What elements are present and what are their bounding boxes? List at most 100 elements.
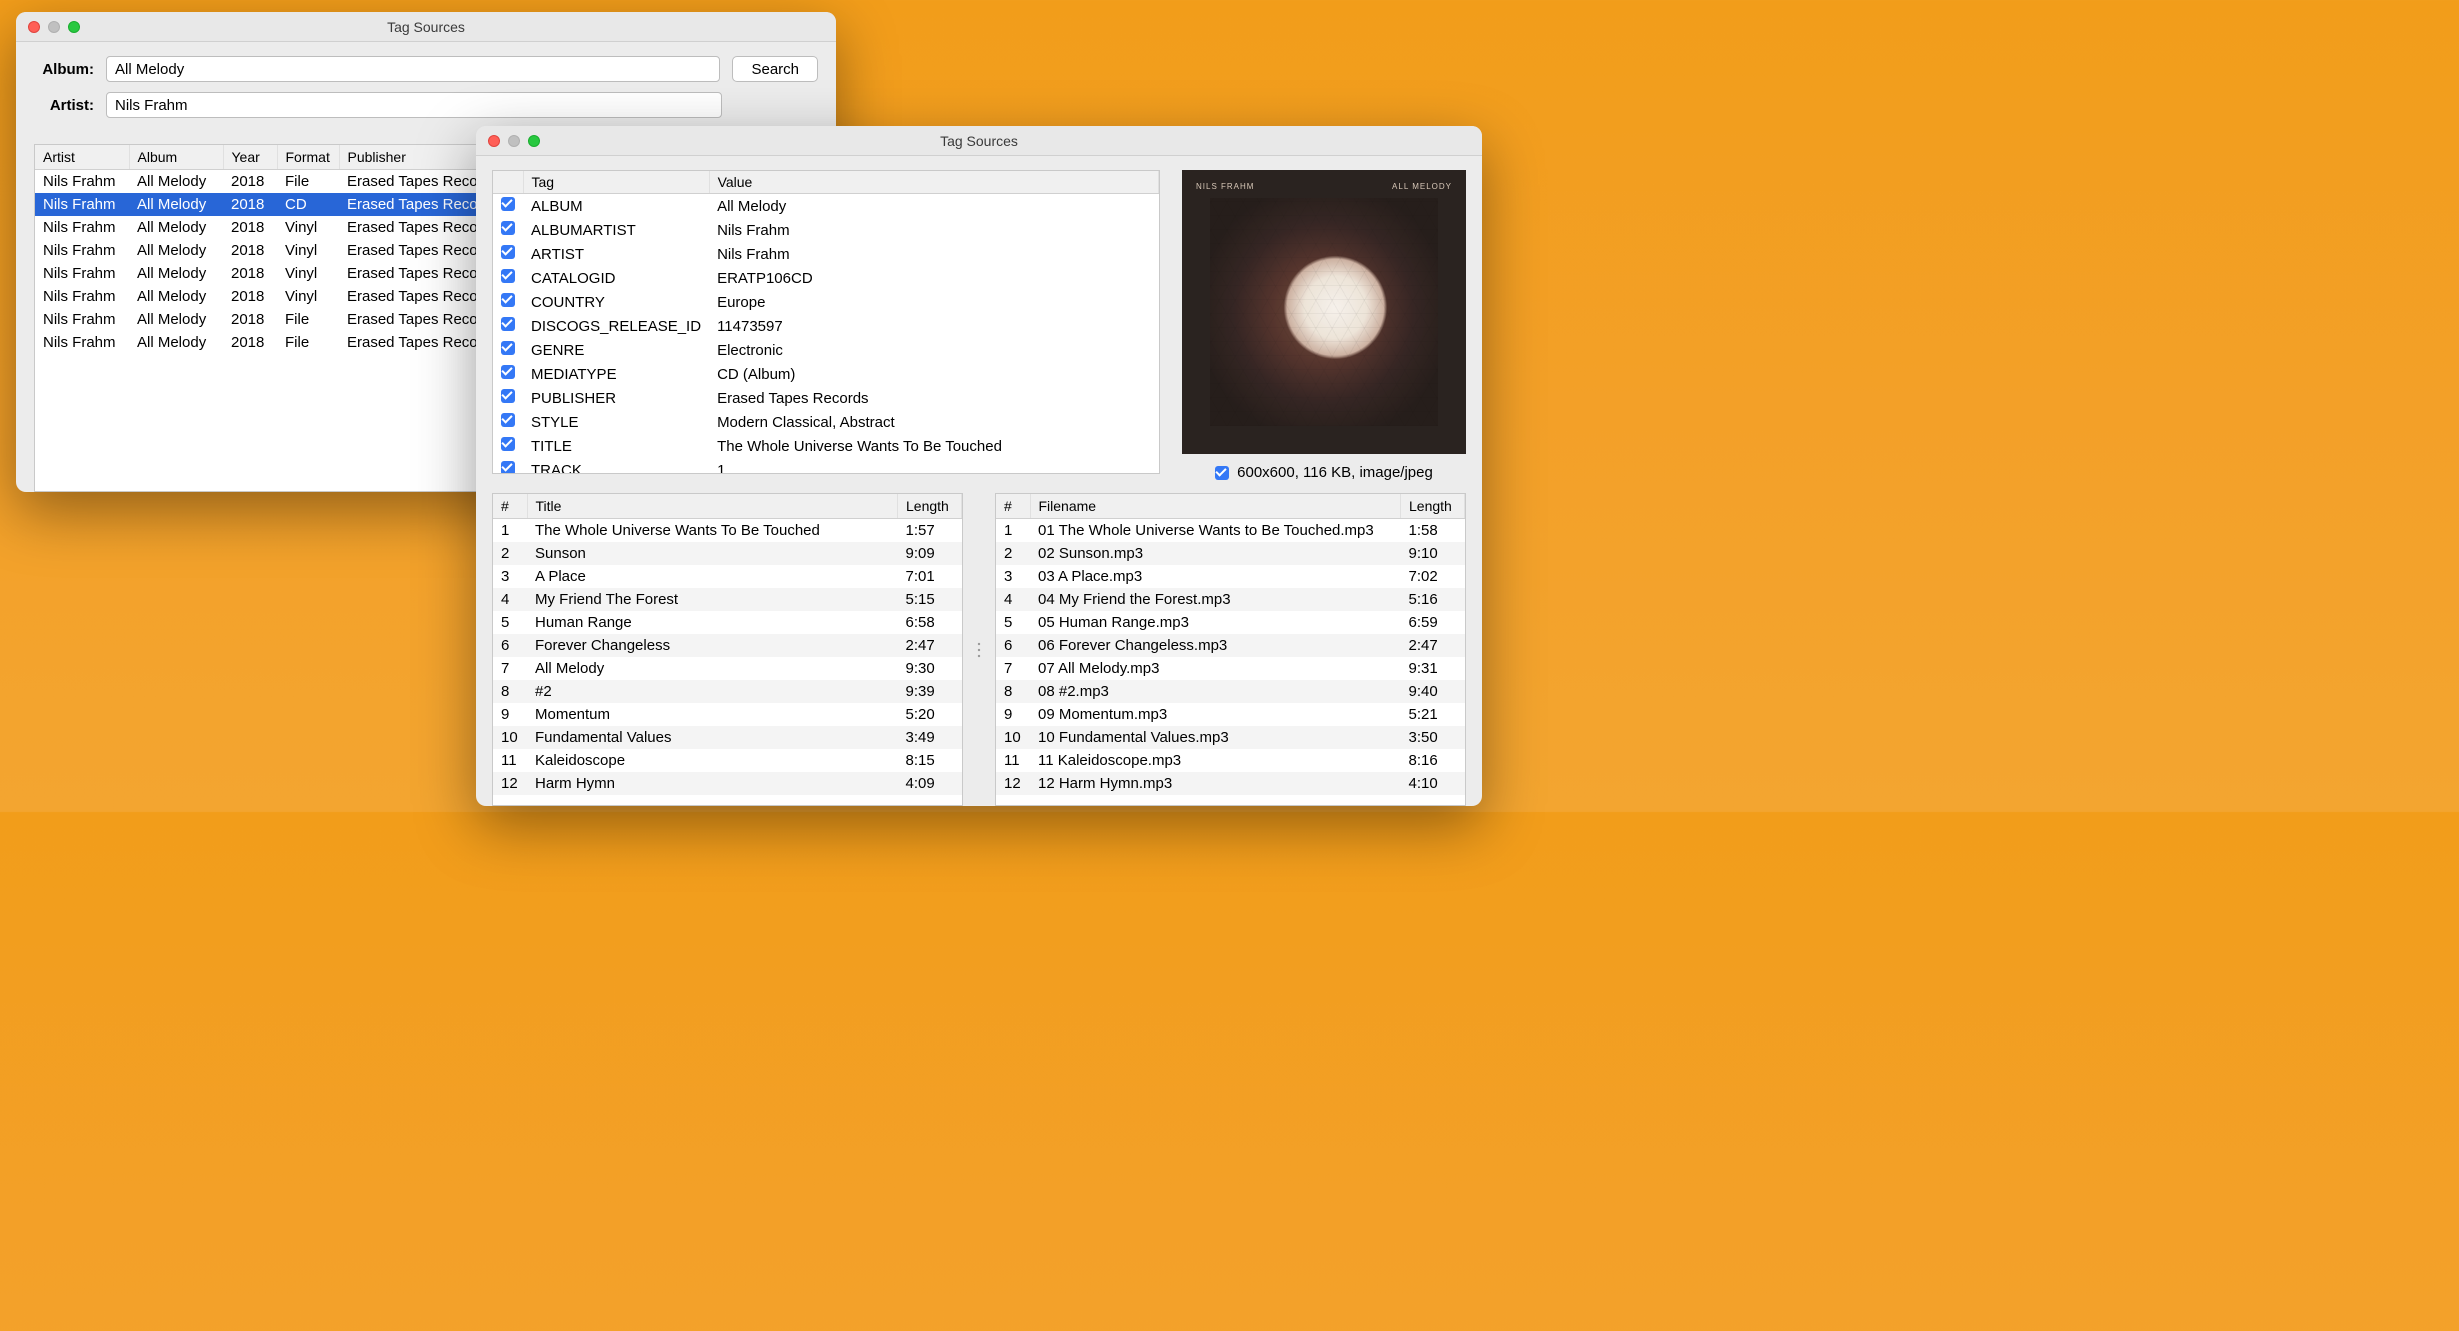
track-row[interactable]: 3A Place7:01 xyxy=(493,565,962,588)
file-length: 8:16 xyxy=(1401,749,1465,772)
tag-checkbox[interactable] xyxy=(501,389,515,403)
tag-checkbox[interactable] xyxy=(501,269,515,283)
tag-checkbox[interactable] xyxy=(501,221,515,235)
tag-checkbox[interactable] xyxy=(501,365,515,379)
file-row[interactable]: 1111 Kaleidoscope.mp38:16 xyxy=(996,749,1465,772)
tag-row[interactable]: ALBUMARTISTNils Frahm xyxy=(493,218,1159,242)
track-num: 1 xyxy=(493,519,527,543)
tag-row[interactable]: DISCOGS_RELEASE_ID11473597 xyxy=(493,314,1159,338)
tag-value: CD (Album) xyxy=(709,362,1158,386)
file-row[interactable]: 1010 Fundamental Values.mp33:50 xyxy=(996,726,1465,749)
track-length: 9:30 xyxy=(898,657,962,680)
tag-value: Nils Frahm xyxy=(709,218,1158,242)
tag-row[interactable]: COUNTRYEurope xyxy=(493,290,1159,314)
window-controls xyxy=(16,21,80,33)
splitter-handle[interactable] xyxy=(977,493,981,806)
col-num[interactable]: # xyxy=(493,494,527,519)
artist-input[interactable] xyxy=(106,92,722,118)
album-input[interactable] xyxy=(106,56,720,82)
tag-value: Modern Classical, Abstract xyxy=(709,410,1158,434)
album-cover[interactable]: NILS FRAHM ALL MELODY xyxy=(1182,170,1466,454)
col-year[interactable]: Year xyxy=(223,145,277,170)
tag-row[interactable]: MEDIATYPECD (Album) xyxy=(493,362,1159,386)
tag-key: TRACK xyxy=(523,458,709,474)
col-tag[interactable]: Tag xyxy=(523,171,709,194)
track-row[interactable]: 9Momentum5:20 xyxy=(493,703,962,726)
col-format[interactable]: Format xyxy=(277,145,339,170)
track-row[interactable]: 10Fundamental Values3:49 xyxy=(493,726,962,749)
col-length[interactable]: Length xyxy=(898,494,962,519)
file-row[interactable]: 808 #2.mp39:40 xyxy=(996,680,1465,703)
tag-checkbox[interactable] xyxy=(501,197,515,211)
tag-row[interactable]: ALBUMAll Melody xyxy=(493,194,1159,219)
track-row[interactable]: 12Harm Hymn4:09 xyxy=(493,772,962,795)
tag-row[interactable]: TRACK1 xyxy=(493,458,1159,474)
tag-checkbox[interactable] xyxy=(501,293,515,307)
tag-row[interactable]: CATALOGIDERATP106CD xyxy=(493,266,1159,290)
track-row[interactable]: 1The Whole Universe Wants To Be Touched1… xyxy=(493,519,962,543)
file-name: 11 Kaleidoscope.mp3 xyxy=(1030,749,1401,772)
tag-checkbox[interactable] xyxy=(501,437,515,451)
file-row[interactable]: 707 All Melody.mp39:31 xyxy=(996,657,1465,680)
track-title: Sunson xyxy=(527,542,898,565)
col-num[interactable]: # xyxy=(996,494,1030,519)
track-title: #2 xyxy=(527,680,898,703)
col-filename[interactable]: Filename xyxy=(1030,494,1401,519)
tag-row[interactable]: PUBLISHERErased Tapes Records xyxy=(493,386,1159,410)
tag-checkbox[interactable] xyxy=(501,413,515,427)
col-value[interactable]: Value xyxy=(709,171,1158,194)
track-row[interactable]: 4My Friend The Forest5:15 xyxy=(493,588,962,611)
col-artist[interactable]: Artist xyxy=(35,145,129,170)
search-button[interactable]: Search xyxy=(732,56,818,82)
track-row[interactable]: 5Human Range6:58 xyxy=(493,611,962,634)
tag-checkbox-cell xyxy=(493,434,523,458)
track-length: 8:15 xyxy=(898,749,962,772)
close-icon[interactable] xyxy=(488,135,500,147)
include-artwork-checkbox[interactable] xyxy=(1215,466,1229,480)
track-row[interactable]: 6Forever Changeless2:47 xyxy=(493,634,962,657)
file-name: 12 Harm Hymn.mp3 xyxy=(1030,772,1401,795)
col-check[interactable] xyxy=(493,171,523,194)
track-row[interactable]: 2Sunson9:09 xyxy=(493,542,962,565)
track-length: 2:47 xyxy=(898,634,962,657)
minimize-icon[interactable] xyxy=(508,135,520,147)
tag-checkbox[interactable] xyxy=(501,245,515,259)
track-row[interactable]: 11Kaleidoscope8:15 xyxy=(493,749,962,772)
tag-checkbox[interactable] xyxy=(501,317,515,331)
tag-row[interactable]: TITLEThe Whole Universe Wants To Be Touc… xyxy=(493,434,1159,458)
file-row[interactable]: 404 My Friend the Forest.mp35:16 xyxy=(996,588,1465,611)
cell-format: File xyxy=(277,170,339,194)
file-name: 07 All Melody.mp3 xyxy=(1030,657,1401,680)
col-title[interactable]: Title xyxy=(527,494,898,519)
titlebar[interactable]: Tag Sources xyxy=(476,126,1482,156)
file-num: 2 xyxy=(996,542,1030,565)
track-length: 3:49 xyxy=(898,726,962,749)
tag-row[interactable]: ARTISTNils Frahm xyxy=(493,242,1159,266)
close-icon[interactable] xyxy=(28,21,40,33)
track-title: Human Range xyxy=(527,611,898,634)
file-row[interactable]: 606 Forever Changeless.mp32:47 xyxy=(996,634,1465,657)
tag-checkbox[interactable] xyxy=(501,341,515,355)
cell-album: All Melody xyxy=(129,331,223,354)
cell-artist: Nils Frahm xyxy=(35,308,129,331)
track-row[interactable]: 7All Melody9:30 xyxy=(493,657,962,680)
track-length: 9:39 xyxy=(898,680,962,703)
zoom-icon[interactable] xyxy=(528,135,540,147)
tag-checkbox[interactable] xyxy=(501,461,515,474)
file-row[interactable]: 101 The Whole Universe Wants to Be Touch… xyxy=(996,519,1465,543)
track-row[interactable]: 8#29:39 xyxy=(493,680,962,703)
zoom-icon[interactable] xyxy=(68,21,80,33)
file-row[interactable]: 303 A Place.mp37:02 xyxy=(996,565,1465,588)
minimize-icon[interactable] xyxy=(48,21,60,33)
file-row[interactable]: 1212 Harm Hymn.mp34:10 xyxy=(996,772,1465,795)
titlebar[interactable]: Tag Sources xyxy=(16,12,836,42)
tag-row[interactable]: GENREElectronic xyxy=(493,338,1159,362)
col-length[interactable]: Length xyxy=(1401,494,1465,519)
tag-row[interactable]: STYLEModern Classical, Abstract xyxy=(493,410,1159,434)
file-row[interactable]: 505 Human Range.mp36:59 xyxy=(996,611,1465,634)
file-row[interactable]: 202 Sunson.mp39:10 xyxy=(996,542,1465,565)
file-row[interactable]: 909 Momentum.mp35:21 xyxy=(996,703,1465,726)
col-album[interactable]: Album xyxy=(129,145,223,170)
tag-key: ARTIST xyxy=(523,242,709,266)
track-title: Fundamental Values xyxy=(527,726,898,749)
